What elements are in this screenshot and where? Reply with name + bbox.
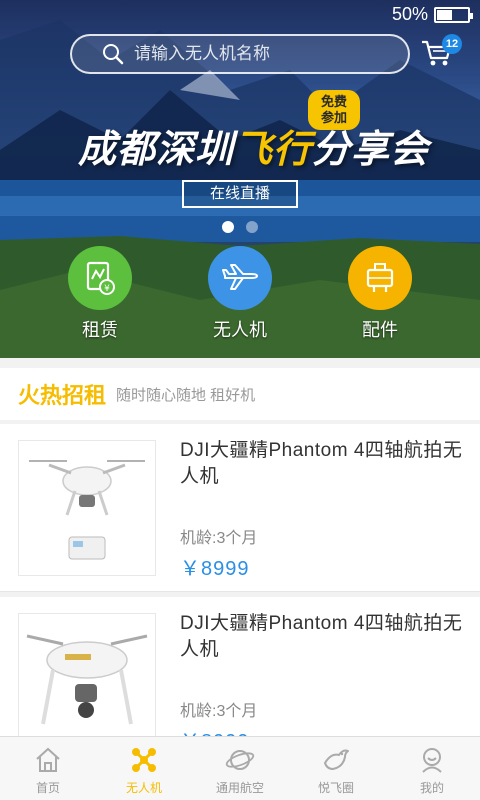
nav-label: 我的 [419, 781, 444, 795]
hero-banner[interactable]: 50% 12 免费 参加 成都深圳飞行分享会 在线直播 [0, 0, 480, 358]
cart-badge: 12 [442, 34, 462, 54]
carousel-dot[interactable] [222, 221, 234, 233]
section-title: 火热招租 [18, 383, 107, 408]
product-image [18, 440, 156, 576]
free-badge-line1: 免费 [320, 94, 347, 109]
nav-fly-circle[interactable]: 悦飞圈 [288, 737, 384, 800]
product-name: DJI大疆精Phantom 4四轴航拍无人机 [180, 613, 463, 660]
category-drone[interactable]: 无人机 [200, 246, 280, 342]
nav-label: 悦飞圈 [317, 781, 354, 795]
banner-title-part3: 分享会 [312, 129, 430, 171]
bird-icon [324, 749, 349, 770]
category-label: 无人机 [213, 320, 267, 340]
search-bar[interactable] [70, 34, 410, 74]
bottom-navigation: 首页 无人机 通用航空 悦飞圈 我的 [0, 736, 480, 800]
search-input[interactable] [134, 44, 384, 64]
battery-text: 50% [391, 4, 428, 24]
cart-button[interactable]: 12 [420, 34, 462, 70]
svg-text:¥: ¥ [104, 284, 110, 294]
lease-icon: ¥ [68, 246, 132, 310]
carousel-indicator [222, 221, 258, 233]
product-age: 机龄:3个月 [180, 530, 258, 547]
carousel-dot[interactable] [246, 221, 258, 233]
category-lease[interactable]: ¥ 租赁 [60, 246, 140, 342]
nav-drone[interactable]: 无人机 [96, 737, 192, 800]
home-icon [36, 747, 60, 772]
live-stream-button[interactable]: 在线直播 [182, 180, 298, 208]
planet-icon [225, 750, 255, 770]
nav-general-aviation[interactable]: 通用航空 [192, 737, 288, 800]
product-card[interactable]: DJI大疆精Phantom 4四轴航拍无人机 机龄:3个月 ￥8999 [0, 424, 480, 592]
user-icon [422, 748, 442, 773]
search-icon [103, 44, 124, 65]
nav-home[interactable]: 首页 [0, 737, 96, 800]
category-parts[interactable]: 配件 [340, 246, 420, 342]
section-subtitle: 随时随心随地 租好机 [116, 386, 256, 404]
banner-title-part2: 飞行 [234, 129, 313, 171]
parts-icon [348, 246, 412, 310]
banner-title: 成都深圳飞行分享会 [78, 118, 429, 173]
nav-label: 无人机 [125, 781, 162, 795]
category-label: 配件 [362, 320, 398, 340]
battery-icon [434, 6, 473, 23]
drone-icon [132, 748, 156, 772]
nav-me[interactable]: 我的 [384, 737, 480, 800]
product-price: ￥8999 [180, 558, 250, 580]
product-name: DJI大疆精Phantom 4四轴航拍无人机 [180, 440, 463, 487]
nav-label: 首页 [35, 781, 60, 795]
category-label: 租赁 [82, 320, 118, 340]
hot-rental-header: 火热招租 随时随心随地 租好机 [0, 368, 480, 420]
product-image [18, 613, 156, 749]
nav-label: 通用航空 [215, 781, 264, 795]
banner-title-part1: 成都深圳 [78, 129, 235, 171]
product-age: 机龄:3个月 [180, 703, 258, 720]
airplane-icon [208, 246, 272, 310]
status-bar: 50% [391, 4, 473, 25]
